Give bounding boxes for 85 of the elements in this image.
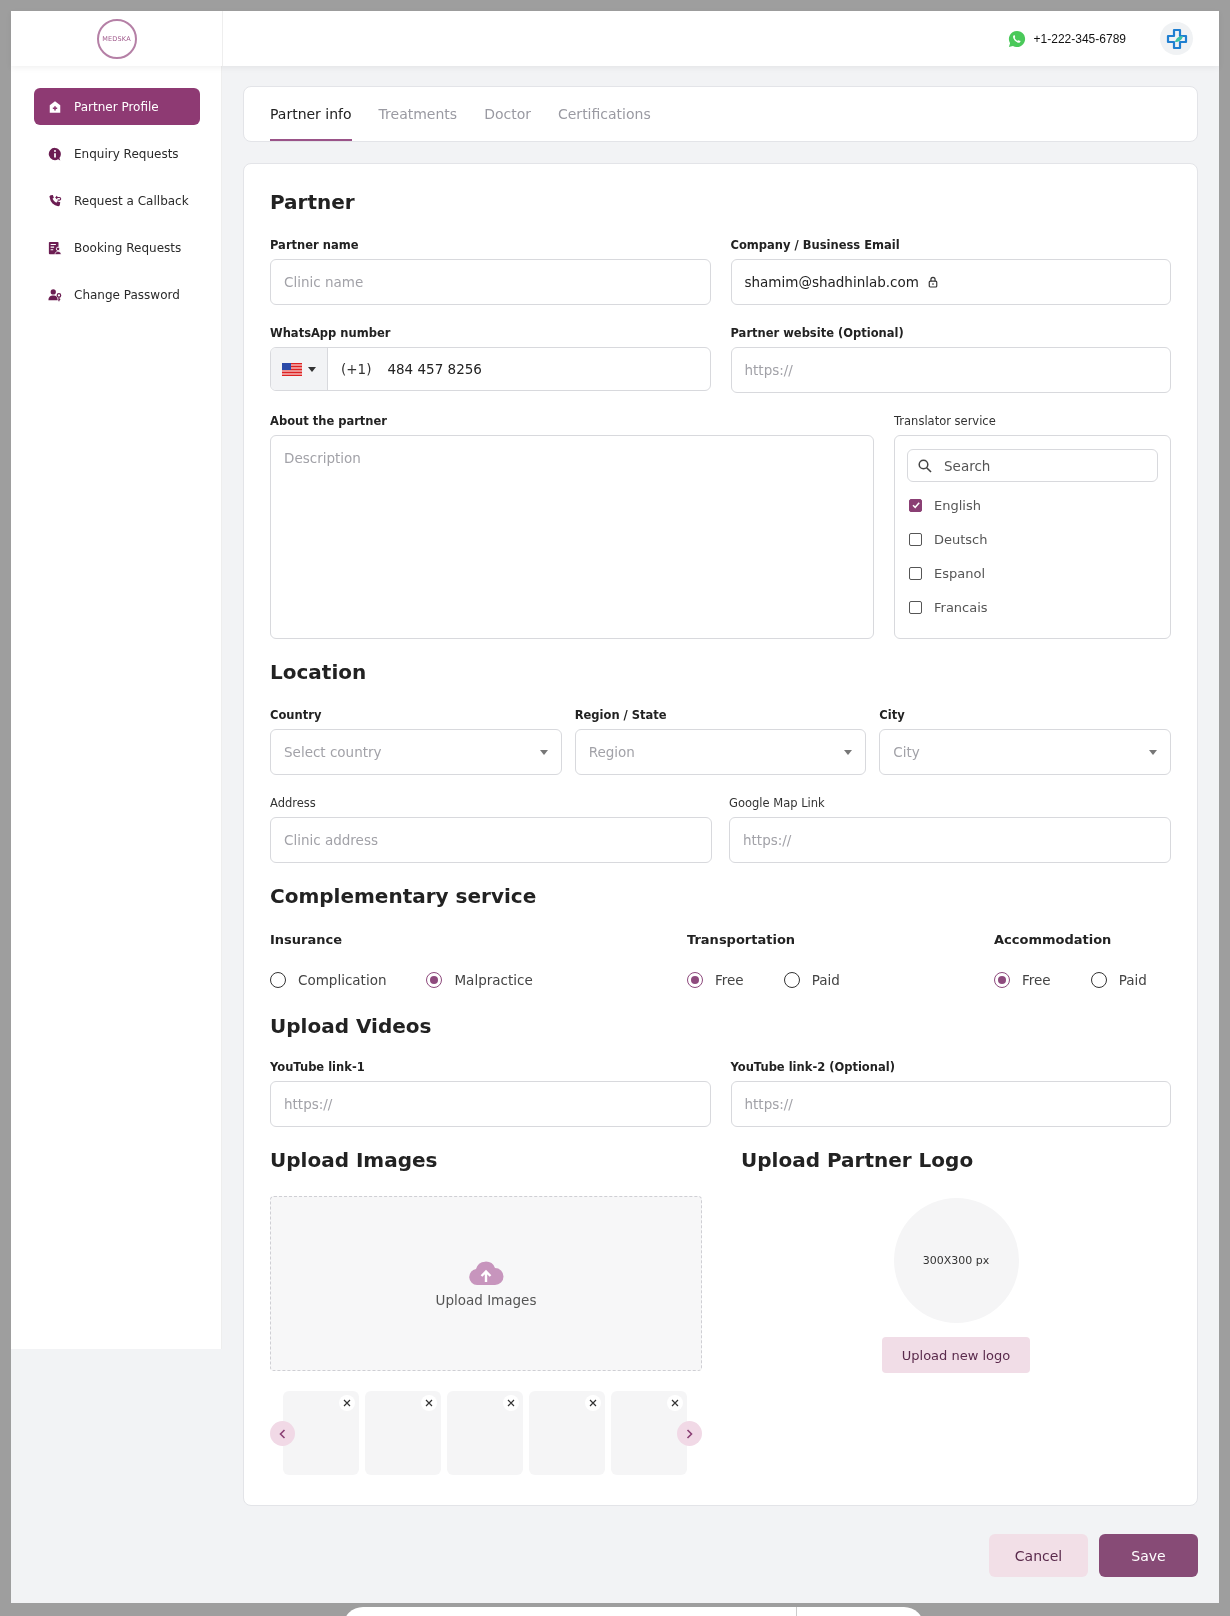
close-icon[interactable]: [503, 1395, 519, 1411]
cloud-upload-icon: [468, 1259, 504, 1286]
checkbox[interactable]: [909, 567, 922, 581]
section-title: Upload Images: [270, 1148, 439, 1172]
upload-logo-button[interactable]: Upload new logo: [881, 1337, 1031, 1373]
cancel-button[interactable]: Cancel: [989, 1534, 1088, 1577]
field-label: About the partner: [270, 414, 389, 428]
chevron-left-icon: [279, 1428, 286, 1439]
sidebar-item[interactable]: Booking Requests: [34, 229, 200, 266]
section-title: Location: [270, 660, 368, 684]
previous-button[interactable]: [270, 1421, 295, 1446]
option-label: Free: [715, 972, 744, 988]
search-input[interactable]: Search: [942, 456, 1147, 475]
input-field[interactable]: https://: [729, 817, 1171, 863]
section-title: Upload Partner Logo: [741, 1148, 974, 1172]
option-label: Complication: [298, 972, 387, 988]
phone-callback-icon: [48, 193, 62, 208]
house-icon: [48, 99, 62, 114]
input-field[interactable]: Clinic address: [270, 817, 712, 863]
section-title: Partner: [270, 190, 356, 214]
description-field[interactable]: Description: [270, 435, 874, 639]
close-icon[interactable]: [339, 1395, 355, 1411]
group-label: Accommodation: [994, 932, 1113, 947]
phone-input[interactable]: 484 457 8256: [385, 360, 710, 378]
tab[interactable]: Partner info: [270, 87, 352, 141]
field-label: Company / Business Email: [730, 238, 901, 252]
sidebar-item[interactable]: Change Password: [34, 276, 200, 313]
field-label: Partner name: [270, 238, 360, 252]
language-label: Deutsch: [934, 532, 988, 548]
logo-dropzone[interactable]: 300X300 px: [893, 1198, 1019, 1323]
checkbox[interactable]: [909, 498, 922, 512]
option-label: Malpractice: [454, 972, 533, 988]
input-field[interactable]: https://: [730, 347, 1171, 393]
chevron-right-icon: [686, 1428, 693, 1439]
sidebar-item[interactable]: Partner Profile: [34, 88, 200, 125]
input-field[interactable]: Clinic name: [270, 259, 711, 305]
language-label: Francais: [934, 600, 988, 616]
language-label: English: [934, 497, 981, 513]
field-label: Address: [270, 796, 317, 810]
field-label: WhatsApp number: [270, 326, 392, 340]
input-field[interactable]: https://: [270, 1081, 711, 1127]
search-field[interactable]: Search: [907, 449, 1158, 483]
section-title: Upload Videos: [270, 1014, 433, 1038]
booking-icon: [48, 240, 62, 255]
language-label: Espanol: [934, 566, 985, 582]
info-icon: [48, 146, 62, 161]
checkbox[interactable]: [909, 533, 922, 547]
group-label: Insurance: [270, 932, 344, 947]
email-field[interactable]: shamim@shadhinlab.com: [730, 259, 1171, 305]
caret-icon: [539, 749, 548, 755]
field-label: Region / State: [574, 708, 668, 722]
caret-icon: [308, 366, 316, 372]
option-label: Paid: [811, 972, 840, 988]
input-field[interactable]: https://: [730, 1081, 1171, 1127]
flag-icon: [282, 362, 302, 376]
field-label: City: [879, 708, 906, 722]
checkbox[interactable]: [909, 601, 922, 615]
field-label: Country: [270, 708, 323, 722]
close-icon[interactable]: [421, 1395, 437, 1411]
group-label: Transportation: [687, 932, 797, 947]
field-label: Partner website (Optional): [730, 326, 905, 340]
image-dropzone[interactable]: Upload Images: [270, 1196, 702, 1371]
section-title: Complementary service: [270, 884, 538, 908]
sidebar-item[interactable]: Request a Callback: [34, 182, 200, 219]
cross-logo-icon[interactable]: [1160, 22, 1193, 55]
next-button[interactable]: [677, 1421, 702, 1446]
field-label: Translator service: [894, 414, 997, 428]
search-icon: [918, 458, 932, 473]
option-label: Free: [1022, 972, 1051, 988]
phone-field[interactable]: (+1) 484 457 8256: [270, 347, 711, 391]
field-label: YouTube link-1: [270, 1060, 366, 1074]
sidebar-item[interactable]: Enquiry Requests: [34, 135, 200, 172]
field-label: Google Map Link: [729, 796, 826, 810]
field-label: YouTube link-2 (Optional): [730, 1060, 896, 1074]
close-icon[interactable]: [585, 1395, 601, 1411]
close-icon[interactable]: [667, 1395, 683, 1411]
phone-number: +1-222-345-6789: [1033, 31, 1126, 46]
country-code-dropdown[interactable]: [271, 348, 328, 390]
caret-icon: [1149, 749, 1157, 755]
caret-icon: [844, 749, 853, 755]
option-label: Paid: [1118, 972, 1147, 988]
user-key-icon: [48, 287, 62, 302]
dial-code: (+1): [341, 361, 372, 377]
whatsapp-icon: [1007, 29, 1026, 48]
save-button[interactable]: Save: [1099, 1534, 1198, 1577]
